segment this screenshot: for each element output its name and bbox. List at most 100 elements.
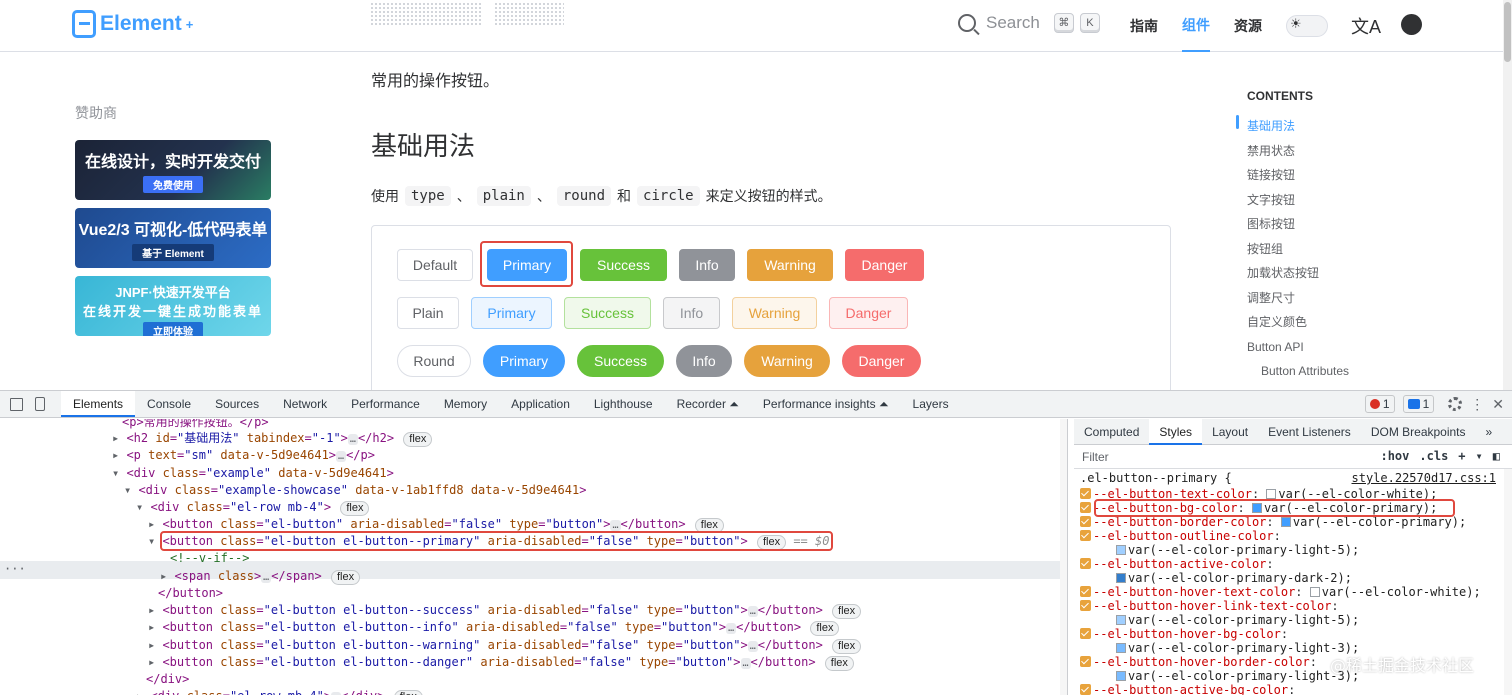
- style-declaration[interactable]: --el-button-hover-bg-color:: [1080, 627, 1288, 641]
- search-button[interactable]: Search ⌘ K: [958, 13, 1100, 33]
- tab-sources[interactable]: Sources: [203, 391, 271, 417]
- checkbox-icon[interactable]: [1080, 628, 1091, 639]
- dom-node-h2[interactable]: ▸ <h2 id="基础用法" tabindex="-1">… </h2> fle…: [112, 430, 433, 447]
- github-icon[interactable]: [1401, 14, 1422, 35]
- element-logo[interactable]: Element +: [72, 10, 193, 38]
- toc-item[interactable]: 调整尺寸: [1247, 286, 1349, 311]
- checkbox-icon[interactable]: [1080, 586, 1091, 597]
- round-primary-button[interactable]: Primary: [483, 345, 565, 377]
- color-swatch[interactable]: [1116, 643, 1126, 653]
- flex-badge[interactable]: flex: [832, 604, 862, 619]
- dom-node-div-showcase[interactable]: ▾ <div class="example-showcase" data-v-1…: [124, 482, 586, 499]
- danger-button[interactable]: Danger: [845, 249, 924, 281]
- tab-application[interactable]: Application: [499, 391, 582, 417]
- plain-info-button[interactable]: Info: [663, 297, 720, 329]
- checkbox-icon[interactable]: [1080, 558, 1091, 569]
- toc-item[interactable]: Button API: [1247, 335, 1349, 360]
- tab-performance-insights[interactable]: Performance insights ⏶: [751, 391, 901, 417]
- pane-divider[interactable]: [1067, 419, 1068, 695]
- device-toolbar-icon[interactable]: [35, 397, 45, 411]
- sponsor-ad-1[interactable]: 在线设计，实时开发交付 免费使用: [75, 140, 271, 200]
- checkbox-icon[interactable]: [1080, 530, 1091, 541]
- color-swatch[interactable]: [1266, 489, 1277, 499]
- plain-button[interactable]: Plain: [397, 297, 459, 329]
- dom-node-comment[interactable]: <!--v-if-->: [170, 550, 249, 567]
- dom-node-button-warning[interactable]: ▸ <button class="el-button el-button--wa…: [148, 637, 862, 654]
- checkbox-icon[interactable]: [1080, 600, 1091, 611]
- sidebar-toggle-icon[interactable]: ◧: [1493, 449, 1500, 463]
- translate-icon[interactable]: 文A: [1351, 13, 1381, 39]
- dom-node-div-example[interactable]: ▾ <div class="example" data-v-5d9e4641>: [112, 465, 394, 482]
- tab-performance[interactable]: Performance: [339, 391, 432, 417]
- warning-button[interactable]: Warning: [747, 249, 833, 281]
- tab-computed[interactable]: Computed: [1074, 419, 1149, 445]
- tab-layers[interactable]: Layers: [901, 391, 961, 417]
- styles-scrollbar[interactable]: [1504, 469, 1512, 695]
- success-button[interactable]: Success: [580, 249, 667, 281]
- round-warning-button[interactable]: Warning: [744, 345, 830, 377]
- style-declaration[interactable]: --el-button-outline-color:: [1080, 529, 1281, 543]
- info-button[interactable]: Info: [679, 249, 735, 281]
- theme-toggle[interactable]: [1286, 15, 1328, 37]
- color-swatch[interactable]: [1116, 545, 1126, 555]
- dom-node-p-text[interactable]: ▸ <p text="sm" data-v-5d9e4641>… </p>: [112, 447, 375, 464]
- color-swatch[interactable]: [1280, 517, 1291, 527]
- color-swatch[interactable]: [1116, 615, 1126, 625]
- flex-badge[interactable]: flex: [832, 639, 862, 654]
- dom-node-button-close[interactable]: </button>: [158, 585, 223, 602]
- dom-node-button-info[interactable]: ▸ <button class="el-button el-button--in…: [148, 619, 840, 636]
- style-declaration[interactable]: --el-button-active-bg-color:: [1080, 683, 1295, 695]
- tab-recorder[interactable]: Recorder ⏶: [665, 391, 751, 417]
- dom-node-button-danger[interactable]: ▸ <button class="el-button el-button--da…: [148, 654, 854, 671]
- tab-memory[interactable]: Memory: [432, 391, 499, 417]
- toc-item[interactable]: 禁用状态: [1247, 139, 1349, 164]
- sponsor-ad-2[interactable]: Vue2/3 可视化-低代码表单 基于 Element: [75, 208, 271, 268]
- sponsor-ad-3[interactable]: JNPF·快速开发平台 在线开发一键生成功能表单 立即体验: [75, 276, 271, 336]
- plain-danger-button[interactable]: Danger: [829, 297, 908, 329]
- tab-elements[interactable]: Elements: [61, 391, 136, 417]
- add-rule-icon[interactable]: +: [1458, 449, 1465, 463]
- toc-item[interactable]: 加载状态按钮: [1247, 261, 1349, 286]
- gear-icon[interactable]: [1448, 397, 1463, 411]
- tab-dom-breakpoints[interactable]: DOM Breakpoints: [1361, 419, 1476, 445]
- toc-item[interactable]: 按钮组: [1247, 237, 1349, 262]
- flex-badge[interactable]: flex: [340, 501, 370, 516]
- tab-event-listeners[interactable]: Event Listeners: [1258, 419, 1361, 445]
- hov-toggle[interactable]: :hov: [1380, 449, 1409, 463]
- tab-layout[interactable]: Layout: [1202, 419, 1258, 445]
- plain-success-button[interactable]: Success: [564, 297, 651, 329]
- dom-node-el-row[interactable]: ▾ <div class="el-row mb-4"> flex: [136, 499, 370, 516]
- toc-item[interactable]: 基础用法: [1247, 114, 1349, 139]
- style-declaration[interactable]: --el-button-hover-border-color:: [1080, 655, 1317, 669]
- checkbox-icon[interactable]: [1080, 502, 1091, 513]
- checkbox-icon[interactable]: [1080, 684, 1091, 695]
- color-swatch[interactable]: [1309, 587, 1320, 597]
- node-menu-icon[interactable]: ···: [4, 562, 26, 576]
- more-tabs-icon[interactable]: »: [1476, 419, 1503, 445]
- page-scrollbar[interactable]: [1503, 0, 1512, 390]
- round-info-button[interactable]: Info: [676, 345, 732, 377]
- rule-source-link[interactable]: style.22570d17.css:1: [1352, 471, 1497, 485]
- close-icon[interactable]: ✕: [1492, 396, 1504, 413]
- elements-scrollbar[interactable]: [1060, 419, 1067, 695]
- flex-badge[interactable]: flex: [824, 656, 854, 671]
- nav-link-components[interactable]: 组件: [1182, 0, 1210, 52]
- flex-badge[interactable]: flex: [331, 570, 361, 585]
- flex-badge[interactable]: flex: [810, 621, 840, 636]
- toc-item[interactable]: 自定义颜色: [1247, 310, 1349, 335]
- tab-lighthouse[interactable]: Lighthouse: [582, 391, 665, 417]
- dom-node-button-success[interactable]: ▸ <button class="el-button el-button--su…: [148, 602, 862, 619]
- toc-item[interactable]: 链接按钮: [1247, 163, 1349, 188]
- color-swatch[interactable]: [1116, 573, 1126, 583]
- message-badge[interactable]: 1: [1402, 395, 1435, 413]
- round-button[interactable]: Round: [397, 345, 471, 377]
- checkbox-icon[interactable]: [1080, 516, 1091, 527]
- style-declaration[interactable]: --el-button-hover-link-text-color:: [1080, 599, 1339, 613]
- paint-icon[interactable]: ▾: [1476, 449, 1483, 463]
- checkbox-icon[interactable]: [1080, 656, 1091, 667]
- tab-network[interactable]: Network: [271, 391, 339, 417]
- toc-item[interactable]: 文字按钮: [1247, 188, 1349, 213]
- error-badge[interactable]: 1: [1364, 395, 1395, 413]
- more-options-icon[interactable]: ⋮: [1470, 396, 1484, 413]
- dom-node-el-row-next[interactable]: ▸ <div class="el-row mb-4">…</div> flex: [136, 688, 423, 695]
